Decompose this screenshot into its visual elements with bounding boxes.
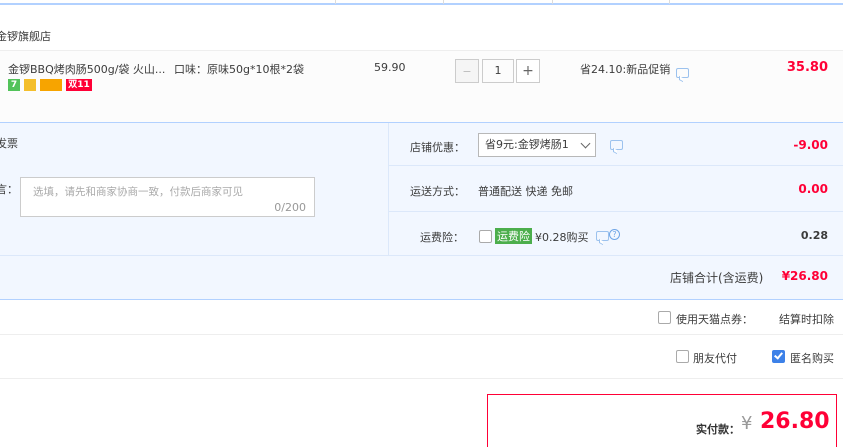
header-column-divider xyxy=(669,0,670,4)
payment-currency: ¥ xyxy=(741,413,753,434)
badge-double11-icon: 双11 xyxy=(66,79,92,91)
row-separator xyxy=(389,165,843,166)
item-row: 金锣BBQ烤肉肠500g/袋 火山... 7 双11 口味：原味50g*10根*… xyxy=(0,50,843,122)
insurance-tag: 运费险 xyxy=(495,228,532,244)
payment-label: 实付款： xyxy=(696,423,740,436)
message-label: 言： xyxy=(0,183,18,196)
store-total-amount: ¥26.80 xyxy=(781,269,828,283)
shipping-amount: 0.00 xyxy=(798,182,828,196)
friend-pay-checkbox[interactable] xyxy=(676,350,689,363)
plus-icon: + xyxy=(522,63,534,79)
quantity-plus-button[interactable]: + xyxy=(516,59,540,83)
badge-bulb-icon xyxy=(24,79,36,91)
friend-pay-label: 朋友代付 xyxy=(693,352,737,365)
anonymous-label: 匿名购买 xyxy=(790,352,834,365)
insurance-label: 运费险： xyxy=(420,231,464,244)
row-separator xyxy=(389,211,843,212)
anonymous-checkbox[interactable] xyxy=(772,350,785,363)
payment-amount: 26.80 xyxy=(760,409,830,434)
badge-seven-day-icon: 7 xyxy=(8,79,20,91)
quantity-input[interactable]: 1 xyxy=(482,59,514,83)
points-label: 使用天猫点券： xyxy=(676,313,753,326)
insurance-desc: ¥0.28购买 xyxy=(535,231,589,244)
insurance-checkbox[interactable] xyxy=(479,230,492,243)
points-checkbox[interactable] xyxy=(658,311,671,324)
points-divider xyxy=(0,334,843,335)
promotion-select[interactable]: 省9元:金锣烤肠1 xyxy=(478,133,596,157)
minus-icon: − xyxy=(462,64,472,78)
promotion-selected: 省9元:金锣烤肠1 xyxy=(485,138,569,151)
message-input[interactable]: 选填，请先和商家协商一致，付款后商家可见 0/200 xyxy=(20,177,315,217)
discount-message-icon[interactable] xyxy=(676,68,689,78)
row-separator xyxy=(0,255,843,256)
promotion-message-icon[interactable] xyxy=(610,140,623,150)
store-total-label: 店铺合计(含运费) xyxy=(670,271,764,285)
message-placeholder: 选填，请先和商家协商一致，付款后商家可见 xyxy=(33,186,243,198)
check-icon xyxy=(774,350,783,360)
quantity-minus-button[interactable]: − xyxy=(455,59,479,83)
promotion-label: 店铺优惠： xyxy=(410,141,465,154)
item-subtotal: 35.80 xyxy=(786,60,828,75)
item-spec: 口味：原味50g*10根*2袋 xyxy=(174,63,304,76)
badge-card-icon xyxy=(40,79,62,91)
header-column-divider xyxy=(335,0,336,4)
header-top-border xyxy=(0,3,843,5)
item-unit-price: 59.90 xyxy=(374,61,406,74)
insurance-message-icon[interactable] xyxy=(596,231,609,241)
shipping-label: 运送方式： xyxy=(410,185,465,198)
points-note: 结算时扣除 xyxy=(779,313,834,326)
order-options-panel: 发票 言： 选填，请先和商家协商一致，付款后商家可见 0/200 店铺优惠： 省… xyxy=(0,122,843,300)
chevron-down-icon xyxy=(580,138,591,149)
promotion-amount: -9.00 xyxy=(793,138,828,152)
help-icon[interactable]: ? xyxy=(609,229,620,240)
store-name[interactable]: 金锣旗舰店 xyxy=(0,28,51,44)
invoice-label: 发票 xyxy=(0,137,18,150)
shipping-method: 普通配送 快递 免邮 xyxy=(478,185,573,198)
message-counter: 0/200 xyxy=(274,201,306,214)
item-discount-note: 省24.10:新品促销 xyxy=(580,63,671,76)
options-divider xyxy=(0,378,843,379)
payment-box: 实付款： ¥ 26.80 xyxy=(487,394,837,447)
item-title[interactable]: 金锣BBQ烤肉肠500g/袋 火山... xyxy=(8,61,165,77)
insurance-amount: 0.28 xyxy=(800,229,828,242)
header-column-divider xyxy=(443,0,444,4)
panel-divider xyxy=(388,123,389,255)
header-column-divider xyxy=(552,0,553,4)
